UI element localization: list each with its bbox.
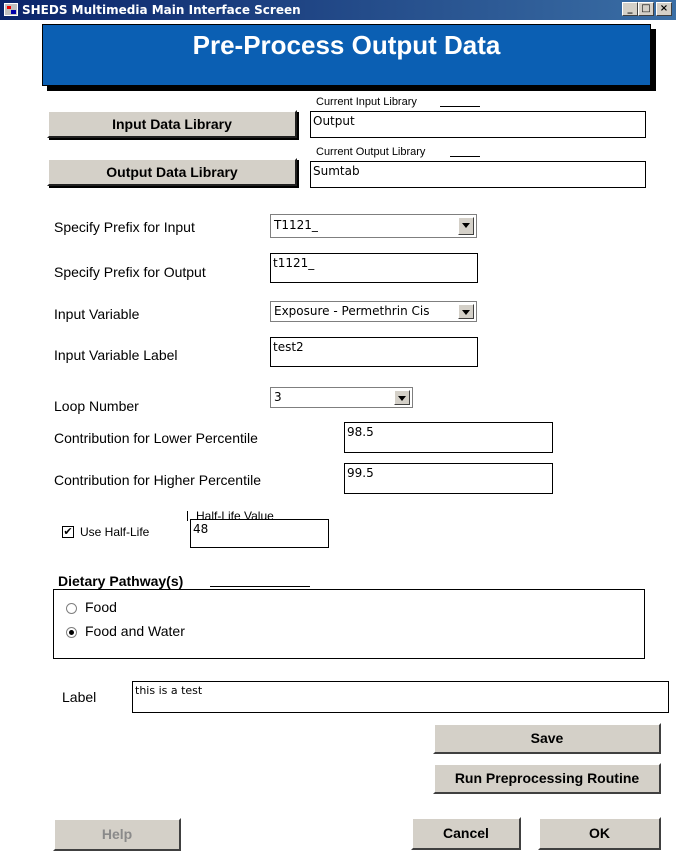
use-half-life-label: Use Half-Life [80,525,150,539]
prefix-input-label: Specify Prefix for Input [54,219,195,235]
input-data-library-button[interactable]: Input Data Library [47,110,297,138]
prefix-input-value: T1121_ [274,218,318,232]
half-life-value-field[interactable]: 48 [190,519,329,548]
caption-line [187,511,188,521]
page-title: Pre-Process Output Data [192,30,501,60]
input-variable-select[interactable]: Exposure - Permethrin Cis [270,301,477,322]
run-preprocessing-button[interactable]: Run Preprocessing Routine [433,763,661,794]
loop-number-value: 3 [274,390,282,404]
caption-line [450,156,480,157]
caption-line [210,586,310,587]
close-button[interactable]: × [656,2,672,16]
lower-percentile-field[interactable]: 98.5 [344,422,553,453]
label-field[interactable]: this is a test [132,681,669,713]
minimize-button[interactable]: _ [622,2,638,16]
window-title: SHEDS Multimedia Main Interface Screen [22,3,301,17]
food-and-water-radio-label: Food and Water [85,623,185,639]
current-output-library-caption: Current Output Library [316,146,428,158]
input-variable-label-label: Input Variable Label [54,347,178,363]
prefix-output-field[interactable]: t1121_ [270,253,478,283]
label-caption: Label [62,689,97,705]
app-icon[interactable] [4,3,18,16]
main-window: SHEDS Multimedia Main Interface Screen _… [0,0,676,863]
prefix-input-select[interactable]: T1121_ [270,214,477,238]
save-button[interactable]: Save [433,723,661,754]
ok-button[interactable]: OK [538,817,661,850]
higher-percentile-label: Contribution for Higher Percentile [54,472,261,488]
prefix-output-label: Specify Prefix for Output [54,264,206,280]
title-bar[interactable]: SHEDS Multimedia Main Interface Screen _… [0,0,676,20]
chevron-down-icon[interactable] [458,217,474,235]
use-half-life-checkbox[interactable]: ✔ [62,526,74,538]
higher-percentile-field[interactable]: 99.5 [344,463,553,494]
help-button[interactable]: Help [53,818,181,851]
current-input-library-field[interactable]: Output [310,111,646,138]
caption-line [440,106,480,107]
chevron-down-icon[interactable] [394,390,410,405]
page-header-banner: Pre-Process Output Data [42,24,651,86]
cancel-button[interactable]: Cancel [411,817,521,850]
loop-number-select[interactable]: 3 [270,387,413,408]
input-variable-label-field[interactable]: test2 [270,337,478,367]
output-data-library-button[interactable]: Output Data Library [47,158,297,186]
chevron-down-icon[interactable] [458,304,474,319]
lower-percentile-label: Contribution for Lower Percentile [54,430,258,446]
food-radio-label: Food [85,599,117,615]
input-variable-value: Exposure - Permethrin Cis [274,304,430,318]
current-output-library-field[interactable]: Sumtab [310,161,646,188]
current-input-library-caption: Current Input Library [316,96,419,108]
food-radio[interactable] [66,603,77,614]
loop-number-label: Loop Number [54,398,139,414]
input-variable-label: Input Variable [54,306,140,322]
food-and-water-radio[interactable] [66,627,77,638]
maximize-button[interactable]: □ [638,2,654,16]
dietary-pathways-title: Dietary Pathway(s) [58,573,184,589]
